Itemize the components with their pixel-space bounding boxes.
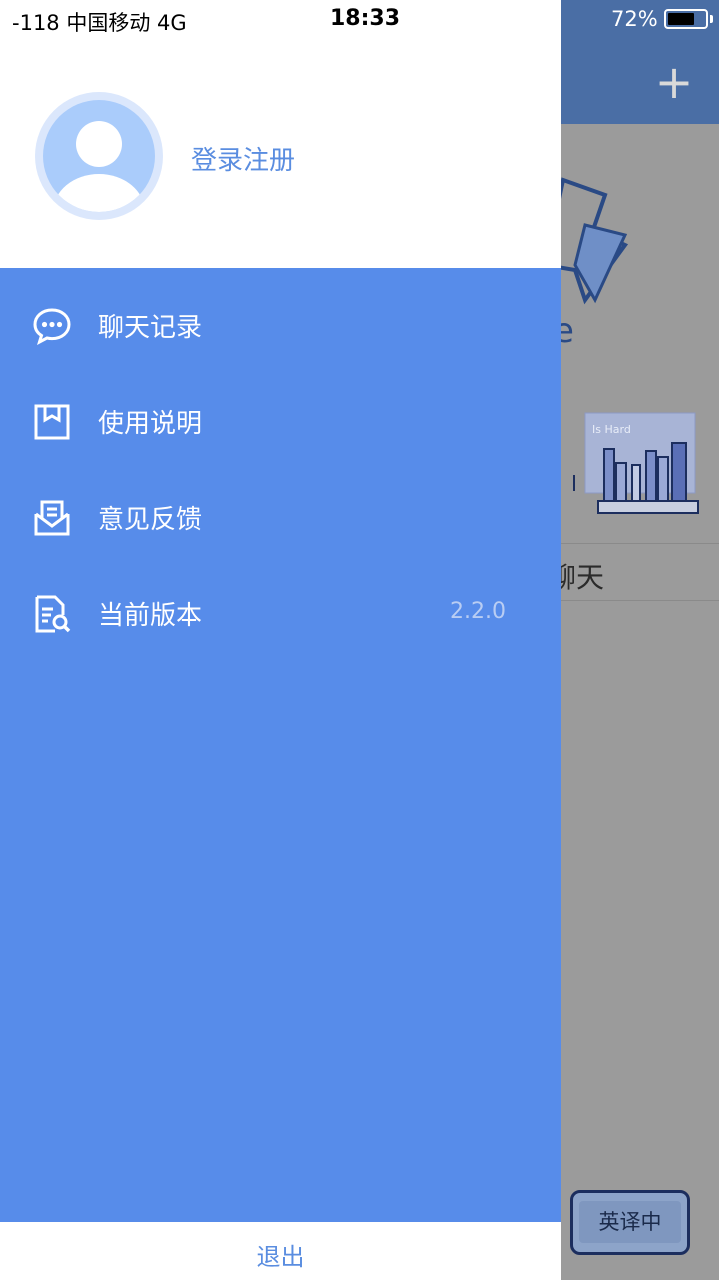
app-screen: + e Is Hard 聊天 英译中 登录注册 聊天记录 使用说明 意见反馈 当… [0, 0, 719, 1280]
menu-item-version[interactable]: 当前版本 2.2.0 [0, 573, 561, 653]
illustration-caption: Is Hard [592, 423, 631, 436]
version-number: 2.2.0 [450, 599, 506, 624]
background-divider [560, 543, 719, 544]
logout-bar: 退出 [0, 1222, 561, 1280]
carrier-signal: -118 中国移动 4G [12, 11, 187, 35]
login-register-link[interactable]: 登录注册 [191, 140, 295, 177]
background-divider [560, 600, 719, 601]
status-bar: -118 中国移动 4G 18:33 72% [0, 0, 719, 40]
avatar[interactable] [35, 92, 163, 220]
battery-percent: 72% [611, 7, 658, 31]
drawer-profile-header: 登录注册 [0, 0, 561, 268]
side-drawer: 登录注册 聊天记录 使用说明 意见反馈 当前版本 2.2.0 退出 [0, 0, 561, 1280]
battery-level [667, 13, 694, 25]
books-illustration: Is Hard [573, 412, 699, 514]
battery-icon [663, 9, 708, 29]
user-avatar-icon [43, 100, 155, 212]
mail-icon [34, 500, 70, 536]
status-time: 18:33 [330, 6, 401, 31]
battery-indicator: 72% [611, 7, 713, 31]
menu-item-instructions[interactable]: 使用说明 [0, 381, 561, 461]
bookmark-icon [34, 404, 70, 440]
chat-bubble-icon [33, 308, 71, 345]
document-search-icon [35, 595, 71, 633]
menu-item-chat-history[interactable]: 聊天记录 [0, 285, 561, 365]
logout-button[interactable]: 退出 [0, 1237, 561, 1272]
battery-tip [709, 15, 713, 23]
menu-item-label: 使用说明 [98, 409, 203, 439]
translate-mode-label: 英译中 [579, 1201, 681, 1243]
menu-item-label: 意见反馈 [98, 505, 203, 535]
menu-item-label: 聊天记录 [98, 313, 203, 343]
menu-item-label: 当前版本 [98, 601, 203, 631]
plus-icon[interactable]: + [650, 58, 698, 106]
translate-mode-button[interactable]: 英译中 [570, 1190, 690, 1255]
menu-item-feedback[interactable]: 意见反馈 [0, 477, 561, 557]
